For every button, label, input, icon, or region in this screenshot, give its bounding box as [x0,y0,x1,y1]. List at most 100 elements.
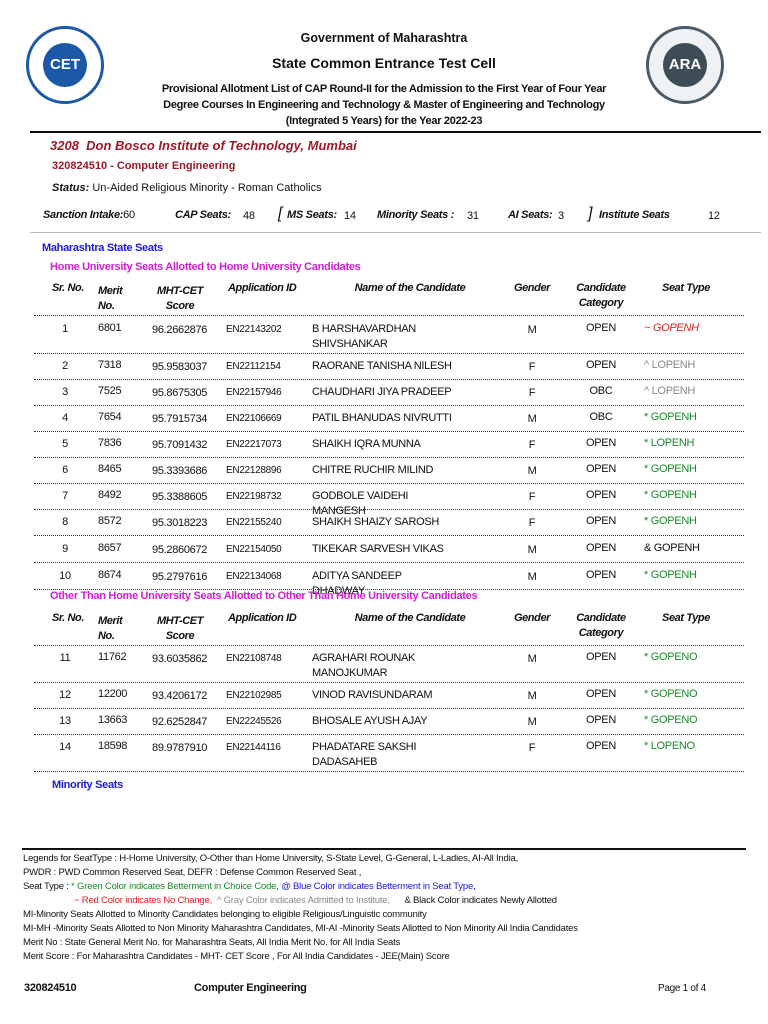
row-divider [34,353,744,354]
row-divider [34,682,744,683]
candidate-name: B HARSHAVARDHAN SHIVSHANKAR [312,323,416,350]
sr-no: 2 [62,360,68,372]
legend-line-4: ~ Red Color indicates No Change, ^ Gray … [74,895,557,906]
application-id: EN22157946 [226,387,282,398]
row-divider [34,457,744,458]
candidate-name: AGRAHARI ROUNAK MANOJKUMAR [312,652,416,679]
sr-no: 6 [62,464,68,476]
column-header: Sr. No. [51,612,85,624]
sr-no: 3 [62,386,68,398]
legend-line-1: Legends for SeatType : H-Home University… [23,853,519,864]
candidate-name: CHAUDHARI JIYA PRADEEP [312,386,452,398]
course-title: 320824510 - Computer Engineering [52,160,236,172]
gender: M [527,324,537,336]
application-id: EN22217073 [226,439,282,450]
row-divider [34,483,744,484]
score: 93.6035862 [152,653,208,665]
score: 95.3388605 [152,491,208,503]
government-heading: Government of Maharashtra [300,31,468,45]
legend-line-7: Merit No : State General Merit No. for M… [23,937,401,948]
gender: F [528,439,536,451]
category: OPEN [586,322,616,334]
score: 95.7915734 [152,413,208,425]
column-header: Seat Type [662,282,710,294]
category: OPEN [586,515,616,527]
candidate-name: PATIL BHANUDAS NIVRUTTI [312,412,452,424]
category: OPEN [586,489,616,501]
score: 93.4206172 [152,690,208,702]
ms-seats: 14 [344,210,356,222]
seat-type: * GOPENH [644,489,697,501]
row-divider [34,562,744,563]
category: OPEN [586,688,616,700]
row-divider [34,535,744,536]
gender: F [528,387,536,399]
minority-seats-heading: Minority Seats [52,779,123,791]
seat-type: ~ GOPENH [644,322,699,334]
gender: F [528,517,536,529]
row-divider [34,405,744,406]
application-id: EN22106669 [226,413,282,424]
header-divider [30,131,761,133]
state-seats-heading: Maharashtra State Seats [42,242,163,254]
category: OPEN [586,542,616,554]
seat-type: * GOPENH [644,411,697,423]
column-header: Merit No. [98,285,123,312]
sr-no: 12 [59,689,71,701]
merit-no: 6801 [98,322,122,334]
column-header: MHT-CET Score [156,285,204,312]
merit-no: 8492 [98,489,122,501]
score: 95.3393686 [152,465,208,477]
seat-type: * GOPENO [644,688,698,700]
merit-no: 8572 [98,515,122,527]
score: 95.9583037 [152,361,208,373]
gender: M [527,465,537,477]
column-header: Gender [513,282,551,294]
merit-no: 7836 [98,437,122,449]
seat-type: * GOPENH [644,515,697,527]
page-number: Page 1 of 4 [658,983,706,994]
score: 92.6252847 [152,716,208,728]
row-divider [34,771,744,772]
sr-no: 5 [62,438,68,450]
application-id: EN22108748 [226,653,282,664]
column-header: Seat Type [662,612,710,624]
ai-seats: 3 [558,210,564,222]
intake-line: Sanction Intake:60 [43,209,135,221]
column-header: Merit No. [98,615,123,642]
legend-line-6: MI-MH -Minority Seats Allotted to Non Mi… [23,923,578,934]
merit-no: 8657 [98,542,122,554]
score: 89.9787910 [152,742,208,754]
application-id: EN22144116 [226,742,281,753]
application-id: EN22102985 [226,690,282,701]
legend-line-5: MI-Minority Seats Allotted to Minority C… [23,909,427,920]
row-divider [34,734,744,735]
legend-divider [22,848,746,850]
sr-no: 7 [62,490,68,502]
application-id: EN22154050 [226,544,282,555]
title-line-1: Provisional Allotment List of CAP Round-… [161,83,607,95]
row-divider [34,315,744,316]
column-header: Name of the Candidate [354,282,466,294]
category: OPEN [586,437,616,449]
gender: M [527,544,537,556]
gender: F [528,361,536,373]
merit-no: 8465 [98,463,122,475]
seat-type: * GOPENH [644,569,697,581]
footer-code: 320824510 [24,982,77,994]
title-line-3: (Integrated 5 Years) for the Year 2022-2… [285,115,483,127]
title-line-2: Degree Courses In Engineering and Techno… [163,99,605,111]
gender: M [527,413,537,425]
gender: M [527,653,537,665]
merit-no: 7525 [98,385,122,397]
score: 95.2860672 [152,544,208,556]
column-header: Sr. No. [51,282,85,294]
legend-line-8: Merit Score : For Maharashtra Candidates… [23,951,450,962]
cap-seats: 48 [243,210,255,222]
column-header: Candidate Category [576,282,626,309]
legend-line-3: Seat Type : * Green Color indicates Bett… [23,881,476,892]
column-header: Application ID [228,612,297,624]
merit-no: 7318 [98,359,122,371]
seat-type: * GOPENO [644,714,698,726]
sr-no: 11 [59,652,71,664]
